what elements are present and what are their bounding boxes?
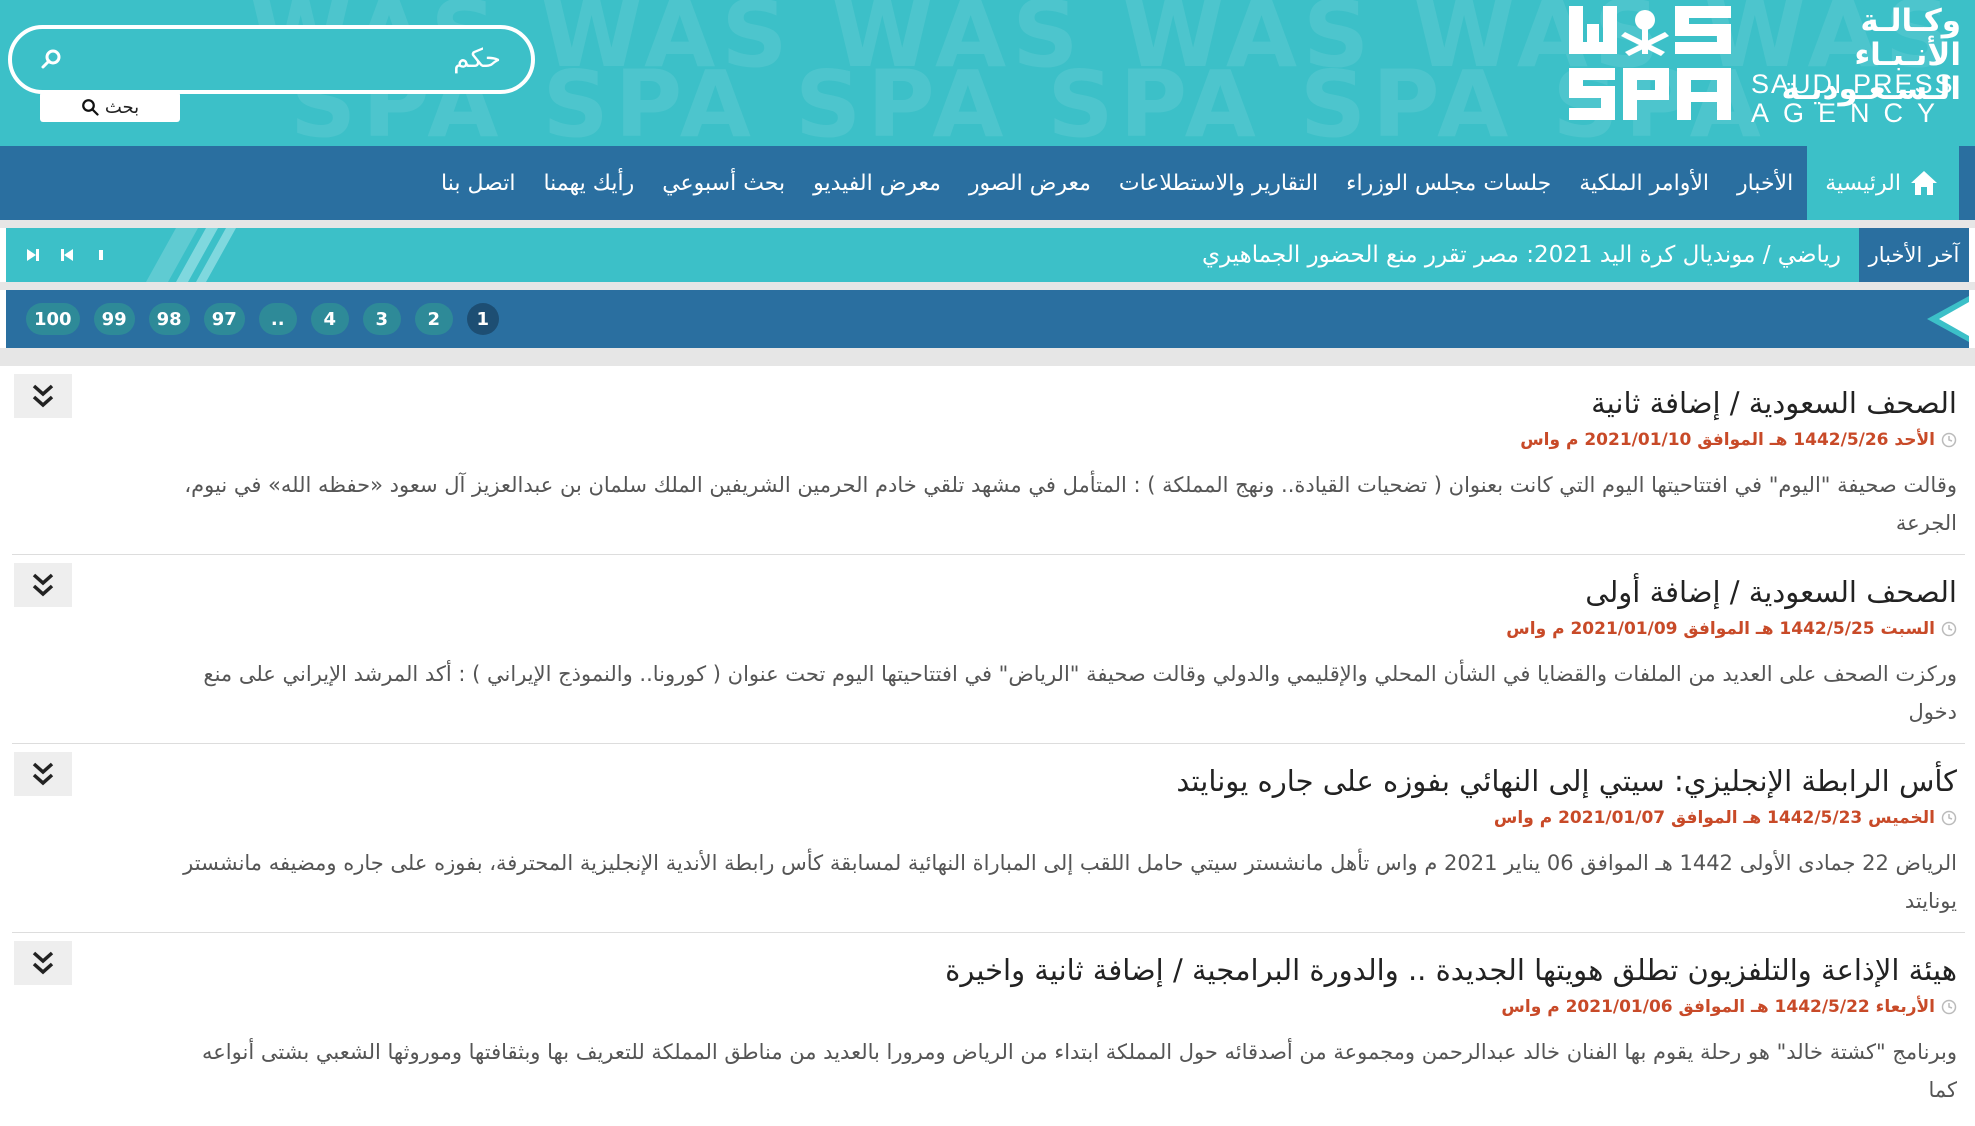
pagination-bar: 1 2 3 4 .. 97 98 99 100: [6, 290, 1969, 348]
search-box: [8, 25, 535, 94]
search-icon[interactable]: [40, 47, 64, 71]
header-banner: WAS WAS WAS WAS WAS WAS SPA SPA SPA SPA …: [0, 0, 1975, 146]
clock-icon: [1941, 999, 1957, 1015]
double-chevron-down-icon: [32, 384, 54, 408]
nav-item-label: جلسات مجلس الوزراء: [1346, 170, 1552, 196]
article-excerpt: وبرنامج "كشتة خالد" هو رحلة يقوم بها الف…: [202, 1040, 1957, 1102]
clock-icon: [1941, 432, 1957, 448]
nav-item-label: التقارير والاستطلاعات: [1118, 170, 1319, 196]
main-nav: الرئيسية الأخبار الأوامر الملكية جلسات م…: [0, 146, 1975, 220]
triangle-arrow-icon: [1927, 296, 1969, 342]
article-title[interactable]: الصحف السعودية / إضافة ثانية: [1591, 386, 1957, 420]
divider: [0, 282, 1975, 290]
next-icon[interactable]: [24, 245, 42, 265]
ticker-label: آخر الأخبار: [1859, 228, 1969, 282]
article-title[interactable]: الصحف السعودية / إضافة أولى: [1585, 575, 1957, 609]
expand-button[interactable]: [14, 563, 72, 607]
double-chevron-down-icon: [32, 762, 54, 786]
article-excerpt: وقالت صحيفة "اليوم" في افتتاحيتها اليوم …: [184, 473, 1957, 535]
clock-icon: [1941, 810, 1957, 826]
clock-icon: [1941, 621, 1957, 637]
ticker-headline[interactable]: رياضي / مونديال كرة اليد 2021: مصر تقرر …: [1202, 228, 1841, 282]
page-button[interactable]: 2: [414, 303, 453, 335]
nav-item-contact[interactable]: اتصل بنا: [427, 146, 529, 220]
nav-item-photo-gallery[interactable]: معرض الصور: [955, 146, 1105, 220]
nav-item-news[interactable]: الأخبار: [1723, 146, 1807, 220]
divider: [0, 348, 1975, 366]
pause-icon[interactable]: [92, 245, 110, 265]
page-button[interactable]: 97: [203, 303, 245, 335]
article-item: الصحف السعودية / إضافة ثانية الأحد 1442/…: [12, 366, 1965, 555]
nav-item-weekly-search[interactable]: بحث أسبوعي: [648, 146, 799, 220]
page-button[interactable]: 3: [362, 303, 401, 335]
nav-item-home[interactable]: الرئيسية: [1807, 146, 1959, 220]
expand-button[interactable]: [14, 941, 72, 985]
page-button-current[interactable]: 1: [466, 303, 499, 335]
expand-button[interactable]: [14, 374, 72, 418]
home-icon: [1911, 171, 1937, 195]
ticker-decoration: [146, 228, 236, 282]
page-button[interactable]: 98: [148, 303, 190, 335]
nav-item-label: اتصل بنا: [441, 170, 516, 196]
article-date: الأربعاء 1442/5/22 هـ الموافق 2021/01/06…: [1501, 997, 1957, 1017]
nav-item-feedback[interactable]: رأيك يهمنا: [529, 146, 648, 220]
article-date-text: الأحد 1442/5/26 هـ الموافق 2021/01/10 م …: [1520, 430, 1935, 450]
article-list: الصحف السعودية / إضافة ثانية الأحد 1442/…: [12, 366, 1965, 1122]
nav-item-label: معرض الفيديو: [813, 170, 941, 196]
article-date: السبت 1442/5/25 هـ الموافق 2021/01/09 م …: [1506, 619, 1957, 639]
news-ticker: آخر الأخبار رياضي / مونديال كرة اليد 202…: [6, 228, 1969, 282]
nav-item-reports[interactable]: التقارير والاستطلاعات: [1105, 146, 1332, 220]
article-item: كأس الرابطة الإنجليزي: سيتي إلى النهائي …: [12, 744, 1965, 933]
article-date: الأحد 1442/5/26 هـ الموافق 2021/01/10 م …: [1520, 430, 1957, 450]
logo-english-name: SAUDI PRESS AGENCY: [1751, 69, 1955, 128]
nav-item-royal-orders[interactable]: الأوامر الملكية: [1565, 146, 1723, 220]
double-chevron-down-icon: [32, 573, 54, 597]
page-button[interactable]: 100: [26, 303, 80, 335]
article-date: الخميس 1442/5/23 هـ الموافق 2021/01/07 م…: [1494, 808, 1957, 828]
nav-item-label: الرئيسية: [1825, 170, 1901, 196]
search-button[interactable]: بحث: [40, 92, 180, 122]
ticker-controls: [24, 245, 110, 265]
article-date-text: الخميس 1442/5/23 هـ الموافق 2021/01/07 م…: [1493, 808, 1935, 828]
nav-item-video-gallery[interactable]: معرض الفيديو: [799, 146, 955, 220]
double-chevron-down-icon: [32, 951, 54, 975]
article-title[interactable]: كأس الرابطة الإنجليزي: سيتي إلى النهائي …: [1176, 764, 1957, 798]
logo-mark: [1569, 6, 1731, 120]
page-list: 1 2 3 4 .. 97 98 99 100: [26, 303, 499, 335]
divider: [0, 220, 1975, 228]
nav-item-label: معرض الصور: [968, 170, 1091, 196]
article-item: هيئة الإذاعة والتلفزيون تطلق هويتها الجد…: [12, 933, 1965, 1122]
search-icon: [81, 99, 99, 116]
page-button[interactable]: 99: [93, 303, 135, 335]
article-item: الصحف السعودية / إضافة أولى السبت 1442/5…: [12, 555, 1965, 744]
search-input[interactable]: [101, 39, 501, 79]
page-button[interactable]: 4: [310, 303, 349, 335]
nav-item-label: بحث أسبوعي: [662, 170, 786, 196]
expand-button[interactable]: [14, 752, 72, 796]
article-date-text: السبت 1442/5/25 هـ الموافق 2021/01/09 م …: [1506, 619, 1935, 639]
article-title[interactable]: هيئة الإذاعة والتلفزيون تطلق هويتها الجد…: [945, 953, 1957, 987]
nav-item-cabinet-sessions[interactable]: جلسات مجلس الوزراء: [1332, 146, 1565, 220]
previous-icon[interactable]: [58, 245, 76, 265]
page-ellipsis: ..: [258, 303, 297, 335]
nav-item-label: رأيك يهمنا: [543, 170, 635, 196]
article-date-text: الأربعاء 1442/5/22 هـ الموافق 2021/01/06…: [1501, 997, 1935, 1017]
nav-item-label: الأخبار: [1736, 170, 1794, 196]
spa-logo[interactable]: وكـالـة الأنـبـاء الـسـعـوديـة SAUDI PRE…: [1565, 2, 1965, 128]
article-excerpt: وركزت الصحف على العديد من الملفات والقضا…: [203, 662, 1957, 724]
search-button-label: بحث: [104, 96, 140, 118]
nav-item-label: الأوامر الملكية: [1579, 170, 1709, 196]
article-excerpt: الرياض 22 جمادى الأولى 1442 هـ الموافق 0…: [183, 851, 1957, 913]
